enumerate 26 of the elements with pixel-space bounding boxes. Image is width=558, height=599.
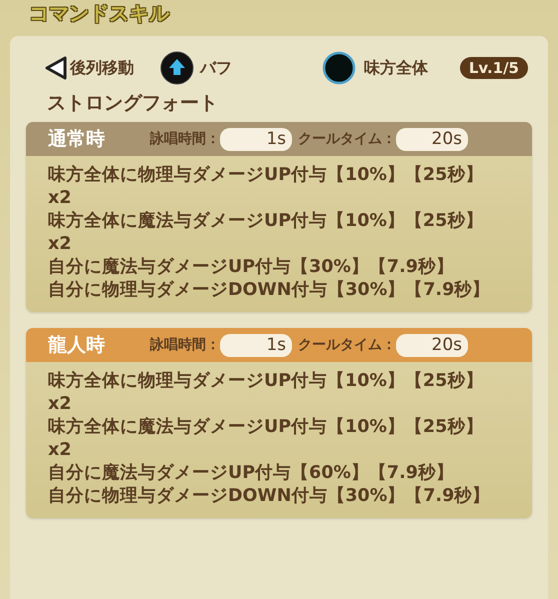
cooldown-value: 20s — [396, 128, 468, 150]
cast-time-value: 1s — [220, 128, 292, 150]
mode-label: 龍人時 — [48, 333, 106, 358]
effect-text: 味方全体に魔法与ダメージUP付与【10%】【25秒】x2 — [48, 210, 484, 256]
skill-name: ストロングフォート — [46, 91, 219, 116]
target-circle-icon — [322, 50, 356, 86]
move-label: 後列移動 — [70, 58, 134, 78]
cooldown-value: 20s — [396, 334, 468, 356]
effect-text: 自分に物理与ダメージDOWN付与【30%】【7.9秒】 — [48, 485, 492, 508]
type-label: バフ — [200, 58, 232, 78]
effect-text: 味方全体に物理与ダメージUP付与【10%】【25秒】x2 — [48, 164, 484, 210]
effect-text: 自分に物理与ダメージDOWN付与【30%】【7.9秒】 — [48, 279, 492, 302]
cast-time-label: 詠唱時間： — [150, 336, 220, 354]
cooldown-label: クールタイム： — [298, 336, 396, 354]
target-label: 味方全体 — [364, 58, 428, 78]
effect-text: 味方全体に魔法与ダメージUP付与【10%】【25秒】x2 — [48, 416, 484, 462]
section-title: コマンドスキル — [29, 0, 169, 26]
mode-label: 通常時 — [48, 127, 106, 152]
level-badge: Lv.1/5 — [460, 57, 528, 79]
effect-text: 自分に魔法与ダメージUP付与【30%】【7.9秒】 — [48, 256, 455, 279]
cast-time-value: 1s — [220, 334, 292, 356]
back-arrow-icon — [45, 56, 67, 80]
cooldown-label: クールタイム： — [298, 130, 396, 148]
effect-text: 自分に魔法与ダメージUP付与【60%】【7.9秒】 — [48, 462, 455, 485]
cast-time-label: 詠唱時間： — [150, 130, 220, 148]
effect-text: 味方全体に物理与ダメージUP付与【10%】【25秒】x2 — [48, 370, 484, 416]
